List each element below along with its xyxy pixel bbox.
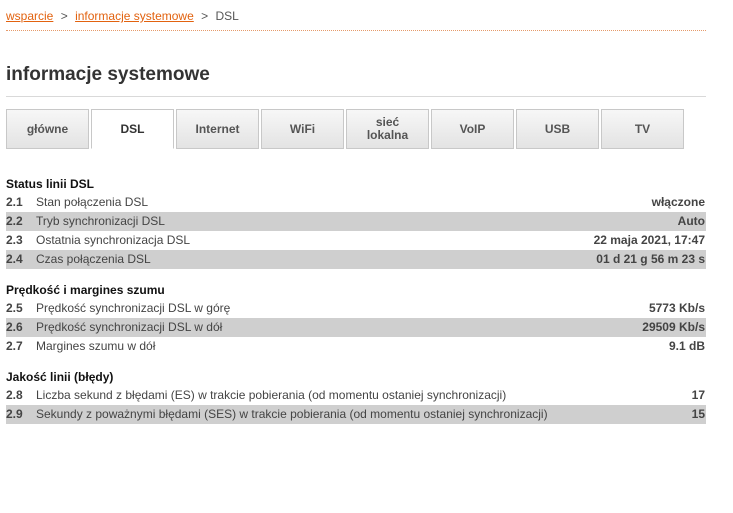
table-row: 2.4 Czas połączenia DSL 01 d 21 g 56 m 2… [6, 250, 706, 269]
table-row: 2.2 Tryb synchronizacji DSL Auto [6, 212, 706, 231]
tab-internet[interactable]: Internet [176, 109, 259, 149]
row-label: Prędkość synchronizacji DSL w dół [36, 320, 223, 334]
row-label: Liczba sekund z błędami (ES) w trakcie p… [36, 388, 507, 402]
row-label: Margines szumu w dół [36, 339, 156, 353]
table-row: 2.1 Stan połączenia DSL włączone [6, 193, 706, 212]
row-number: 2.6 [6, 320, 23, 334]
breadcrumb-separator: > [201, 9, 209, 23]
tab-glowne[interactable]: główne [6, 109, 89, 149]
row-label: Czas połączenia DSL [36, 252, 151, 266]
table-row: 2.6 Prędkość synchronizacji DSL w dół 29… [6, 318, 706, 337]
page: wsparcie > informacje systemowe > DSL in… [0, 0, 733, 513]
tab-dsl[interactable]: DSL [91, 109, 174, 149]
row-number: 2.7 [6, 339, 23, 353]
row-number: 2.4 [6, 252, 23, 266]
tab-voip[interactable]: VoIP [431, 109, 514, 149]
tab-wifi[interactable]: WiFi [261, 109, 344, 149]
title-divider [6, 96, 706, 97]
table-row: 2.8 Liczba sekund z błędami (ES) w trakc… [6, 386, 706, 405]
table-row: 2.3 Ostatnia synchronizacja DSL 22 maja … [6, 231, 706, 250]
row-value: włączone [651, 195, 705, 209]
section-line-quality: Jakość linii (błędy) 2.8 Liczba sekund z… [6, 368, 706, 424]
row-value: 15 [691, 407, 705, 421]
section-speed-noise: Prędkość i margines szumu 2.5 Prędkość s… [6, 281, 706, 356]
row-value: 01 d 21 g 56 m 23 s [596, 252, 705, 266]
tab-usb[interactable]: USB [516, 109, 599, 149]
row-label: Ostatnia synchronizacja DSL [36, 233, 191, 247]
row-number: 2.5 [6, 301, 23, 315]
row-number: 2.1 [6, 195, 23, 209]
row-number: 2.9 [6, 407, 23, 421]
row-value: 22 maja 2021, 17:47 [593, 233, 705, 247]
tab-siec-lokalna[interactable]: sieć lokalna [346, 109, 429, 149]
row-label: Stan połączenia DSL [36, 195, 149, 209]
breadcrumb-current: DSL [215, 9, 239, 23]
row-number: 2.3 [6, 233, 23, 247]
section-dsl-status: Status linii DSL 2.1 Stan połączenia DSL… [6, 175, 706, 269]
section-title: Jakość linii (błędy) [6, 370, 114, 384]
section-title: Prędkość i margines szumu [6, 283, 165, 297]
tab-bar: główne DSL Internet WiFi sieć lokalna Vo… [6, 109, 686, 149]
table-row: 2.9 Sekundy z poważnymi błędami (SES) w … [6, 405, 706, 424]
breadcrumb-divider [6, 30, 706, 31]
table-row: 2.7 Margines szumu w dół 9.1 dB [6, 337, 706, 356]
row-label: Prędkość synchronizacji DSL w górę [36, 301, 231, 315]
row-value: Auto [677, 214, 705, 228]
breadcrumb: wsparcie > informacje systemowe > DSL [6, 9, 239, 23]
row-value: 5773 Kb/s [648, 301, 705, 315]
breadcrumb-separator: > [60, 9, 68, 23]
row-value: 9.1 dB [668, 339, 705, 353]
row-value: 17 [691, 388, 705, 402]
tab-siec-lokalna-label: sieć lokalna [366, 115, 409, 142]
tab-tv[interactable]: TV [601, 109, 684, 149]
section-title: Status linii DSL [6, 177, 95, 191]
row-number: 2.8 [6, 388, 23, 402]
page-title: informacje systemowe [6, 64, 210, 85]
breadcrumb-link-informacje-systemowe[interactable]: informacje systemowe [75, 9, 194, 23]
row-label: Sekundy z poważnymi błędami (SES) w trak… [36, 407, 548, 421]
row-value: 29509 Kb/s [642, 320, 705, 334]
row-label: Tryb synchronizacji DSL [36, 214, 165, 228]
breadcrumb-link-wsparcie[interactable]: wsparcie [6, 9, 53, 23]
table-row: 2.5 Prędkość synchronizacji DSL w górę 5… [6, 299, 706, 318]
row-number: 2.2 [6, 214, 23, 228]
